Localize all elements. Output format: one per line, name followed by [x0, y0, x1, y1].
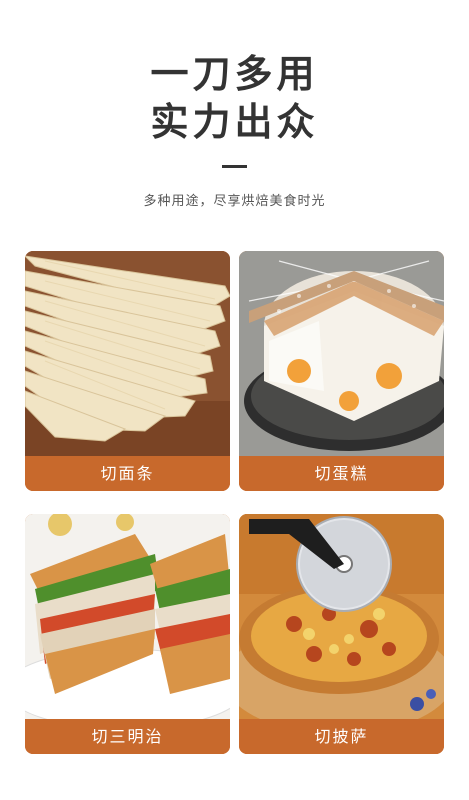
- pizza-photo: [239, 514, 444, 719]
- card-pizza-label: 切披萨: [239, 719, 444, 754]
- page-subtitle: 多种用途，尽享烘焙美食时光: [143, 194, 326, 209]
- page-title-line2: 实力出众: [150, 100, 319, 144]
- card-pizza: 切披萨: [239, 514, 444, 754]
- card-sandwich-label: 切三明治: [25, 719, 230, 754]
- noodles-photo: [25, 251, 230, 456]
- sandwich-photo: [25, 514, 230, 719]
- card-sandwich: 切三明治: [25, 514, 230, 754]
- card-cake: 切蛋糕: [239, 251, 444, 491]
- card-noodles: 切面条: [25, 251, 230, 491]
- card-noodles-label: 切面条: [25, 456, 230, 491]
- title-divider: [222, 165, 247, 168]
- cake-photo: [239, 251, 444, 456]
- page: 一刀多用 实力出众 多种用途，尽享烘焙美食时光 切面条 切蛋糕 切三明治 切披萨: [0, 0, 469, 800]
- card-cake-label: 切蛋糕: [239, 456, 444, 491]
- page-title-line1: 一刀多用: [150, 52, 319, 96]
